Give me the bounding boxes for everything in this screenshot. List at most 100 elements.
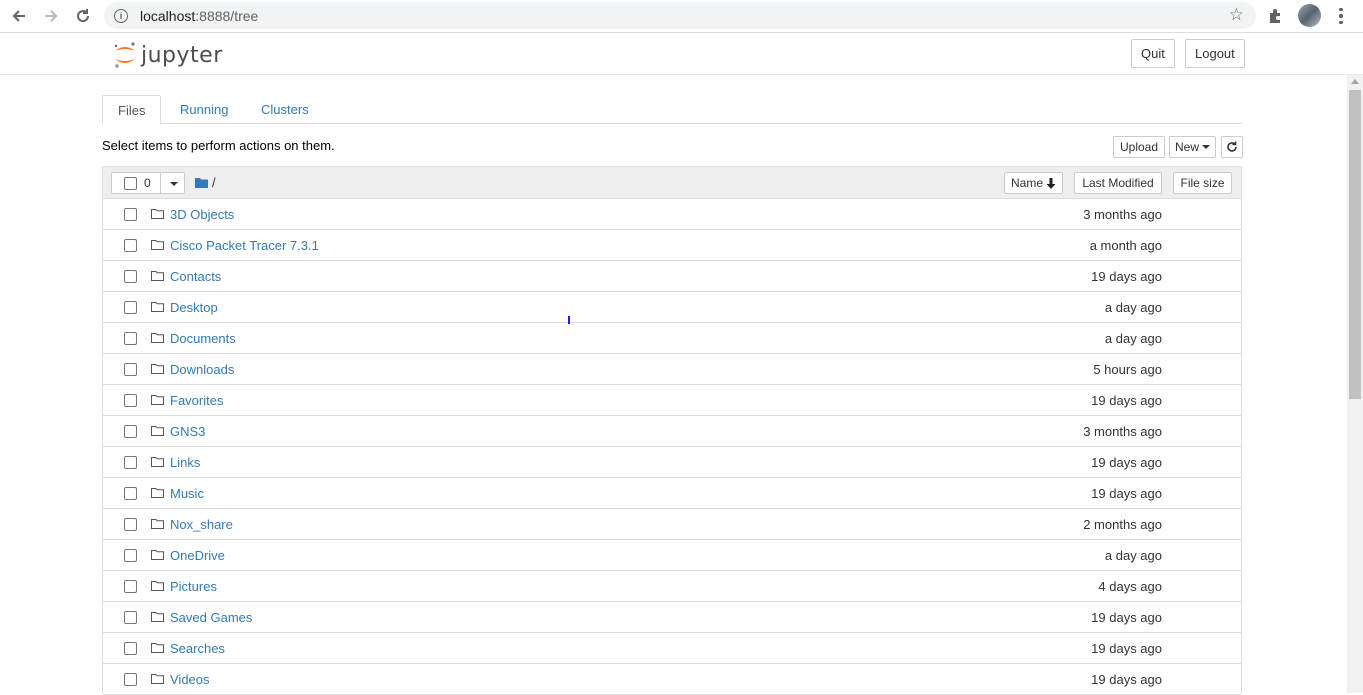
list-item[interactable]: Nox_share 2 months ago xyxy=(103,509,1241,540)
item-name-link[interactable]: OneDrive xyxy=(170,548,225,563)
list-item[interactable]: Favorites 19 days ago xyxy=(103,385,1241,416)
forward-icon[interactable] xyxy=(39,5,63,27)
folder-icon xyxy=(151,364,164,374)
folder-icon xyxy=(151,674,164,684)
item-checkbox[interactable] xyxy=(124,487,137,500)
refresh-button[interactable] xyxy=(1221,136,1243,158)
list-header: 0 / Name Last Modified File size xyxy=(103,167,1241,199)
item-checkbox[interactable] xyxy=(124,518,137,531)
logout-button[interactable]: Logout xyxy=(1185,39,1245,68)
browser-toolbar: i localhost:8888/tree ☆ xyxy=(0,0,1363,33)
bookmark-star-icon[interactable]: ☆ xyxy=(1229,5,1244,25)
item-modified: 19 days ago xyxy=(1091,610,1162,625)
select-all-dropdown[interactable]: 0 xyxy=(111,172,185,194)
jupyter-logo[interactable]: jupyter xyxy=(113,40,223,70)
item-name-link[interactable]: Music xyxy=(170,486,204,501)
extensions-icon[interactable] xyxy=(1266,6,1286,26)
scroll-up-icon[interactable] xyxy=(1351,79,1359,84)
list-item[interactable]: Videos 19 days ago xyxy=(103,664,1241,695)
list-item[interactable]: Pictures 4 days ago xyxy=(103,571,1241,602)
breadcrumb[interactable]: / xyxy=(212,175,216,190)
refresh-icon xyxy=(1227,141,1237,152)
item-name-link[interactable]: Documents xyxy=(170,331,236,346)
item-modified: 5 hours ago xyxy=(1093,362,1162,377)
item-modified: a day ago xyxy=(1104,548,1162,563)
folder-icon xyxy=(151,457,164,467)
arrow-down-icon xyxy=(1046,177,1056,189)
tab-running[interactable]: Running xyxy=(165,95,243,124)
profile-avatar[interactable] xyxy=(1298,4,1321,27)
item-name-link[interactable]: Links xyxy=(170,455,200,470)
list-item[interactable]: Music 19 days ago xyxy=(103,478,1241,509)
item-checkbox[interactable] xyxy=(124,611,137,624)
item-name-link[interactable]: Nox_share xyxy=(170,517,233,532)
tab-files[interactable]: Files xyxy=(102,95,162,125)
item-modified: a month ago xyxy=(1089,238,1162,253)
item-modified: 3 months ago xyxy=(1083,424,1162,439)
item-checkbox[interactable] xyxy=(124,580,137,593)
list-item[interactable]: Downloads 5 hours ago xyxy=(103,354,1241,385)
list-item[interactable]: Saved Games 19 days ago xyxy=(103,602,1241,633)
sort-name-button[interactable]: Name xyxy=(1004,172,1063,194)
sort-last-modified-button[interactable]: Last Modified xyxy=(1074,172,1162,194)
item-name-link[interactable]: Favorites xyxy=(170,393,223,408)
select-all-checkbox[interactable] xyxy=(124,177,137,190)
logo-text: jupyter xyxy=(141,42,223,68)
folder-icon xyxy=(151,519,164,529)
item-name-link[interactable]: Downloads xyxy=(170,362,234,377)
item-checkbox[interactable] xyxy=(124,642,137,655)
quit-button[interactable]: Quit xyxy=(1131,39,1175,68)
item-name-link[interactable]: Searches xyxy=(170,641,225,656)
url-text: localhost:8888/tree xyxy=(140,7,259,24)
info-icon[interactable]: i xyxy=(114,8,128,23)
list-item[interactable]: Cisco Packet Tracer 7.3.1 a month ago xyxy=(103,230,1241,261)
folder-icon[interactable] xyxy=(195,177,208,188)
item-checkbox[interactable] xyxy=(124,673,137,686)
caret-down-icon xyxy=(170,182,178,186)
item-checkbox[interactable] xyxy=(124,270,137,283)
item-checkbox[interactable] xyxy=(124,208,137,221)
new-dropdown-button[interactable]: New xyxy=(1169,136,1216,158)
scrollbar-thumb[interactable] xyxy=(1349,90,1361,399)
list-item[interactable]: Links 19 days ago xyxy=(103,447,1241,478)
item-name-link[interactable]: Saved Games xyxy=(170,610,252,625)
caret-down-icon xyxy=(1202,145,1210,149)
item-checkbox[interactable] xyxy=(124,394,137,407)
browser-menu-icon[interactable] xyxy=(1334,5,1348,27)
item-name-link[interactable]: GNS3 xyxy=(170,424,205,439)
item-checkbox[interactable] xyxy=(124,239,137,252)
item-checkbox[interactable] xyxy=(124,332,137,345)
selected-count: 0 xyxy=(144,176,151,190)
list-item[interactable]: Contacts 19 days ago xyxy=(103,261,1241,292)
item-modified: a day ago xyxy=(1104,300,1162,315)
item-name-link[interactable]: Pictures xyxy=(170,579,217,594)
list-item[interactable]: Desktop a day ago xyxy=(103,292,1241,323)
folder-icon xyxy=(151,581,164,591)
item-modified: 19 days ago xyxy=(1091,393,1162,408)
sort-file-size-button[interactable]: File size xyxy=(1173,172,1232,194)
item-checkbox[interactable] xyxy=(124,425,137,438)
address-bar[interactable]: i localhost:8888/tree ☆ xyxy=(104,2,1256,29)
sort-name-label: Name xyxy=(1010,176,1043,190)
item-name-link[interactable]: Cisco Packet Tracer 7.3.1 xyxy=(170,238,319,253)
upload-button[interactable]: Upload xyxy=(1113,136,1165,158)
item-name-link[interactable]: Videos xyxy=(170,672,210,687)
folder-icon xyxy=(151,643,164,653)
reload-icon[interactable] xyxy=(71,5,95,27)
item-checkbox[interactable] xyxy=(124,549,137,562)
item-name-link[interactable]: 3D Objects xyxy=(170,207,234,222)
tab-clusters[interactable]: Clusters xyxy=(246,95,324,124)
item-name-link[interactable]: Desktop xyxy=(170,300,218,315)
item-modified: 2 months ago xyxy=(1083,517,1162,532)
list-item[interactable]: OneDrive a day ago xyxy=(103,540,1241,571)
item-checkbox[interactable] xyxy=(124,363,137,376)
back-icon[interactable] xyxy=(7,5,31,27)
list-item[interactable]: 3D Objects 3 months ago xyxy=(103,199,1241,230)
item-checkbox[interactable] xyxy=(124,456,137,469)
list-item[interactable]: Documents a day ago xyxy=(103,323,1241,354)
list-item[interactable]: GNS3 3 months ago xyxy=(103,416,1241,447)
list-item[interactable]: Searches 19 days ago xyxy=(103,633,1241,664)
item-modified: 19 days ago xyxy=(1091,269,1162,284)
item-name-link[interactable]: Contacts xyxy=(170,269,221,284)
item-checkbox[interactable] xyxy=(124,301,137,314)
